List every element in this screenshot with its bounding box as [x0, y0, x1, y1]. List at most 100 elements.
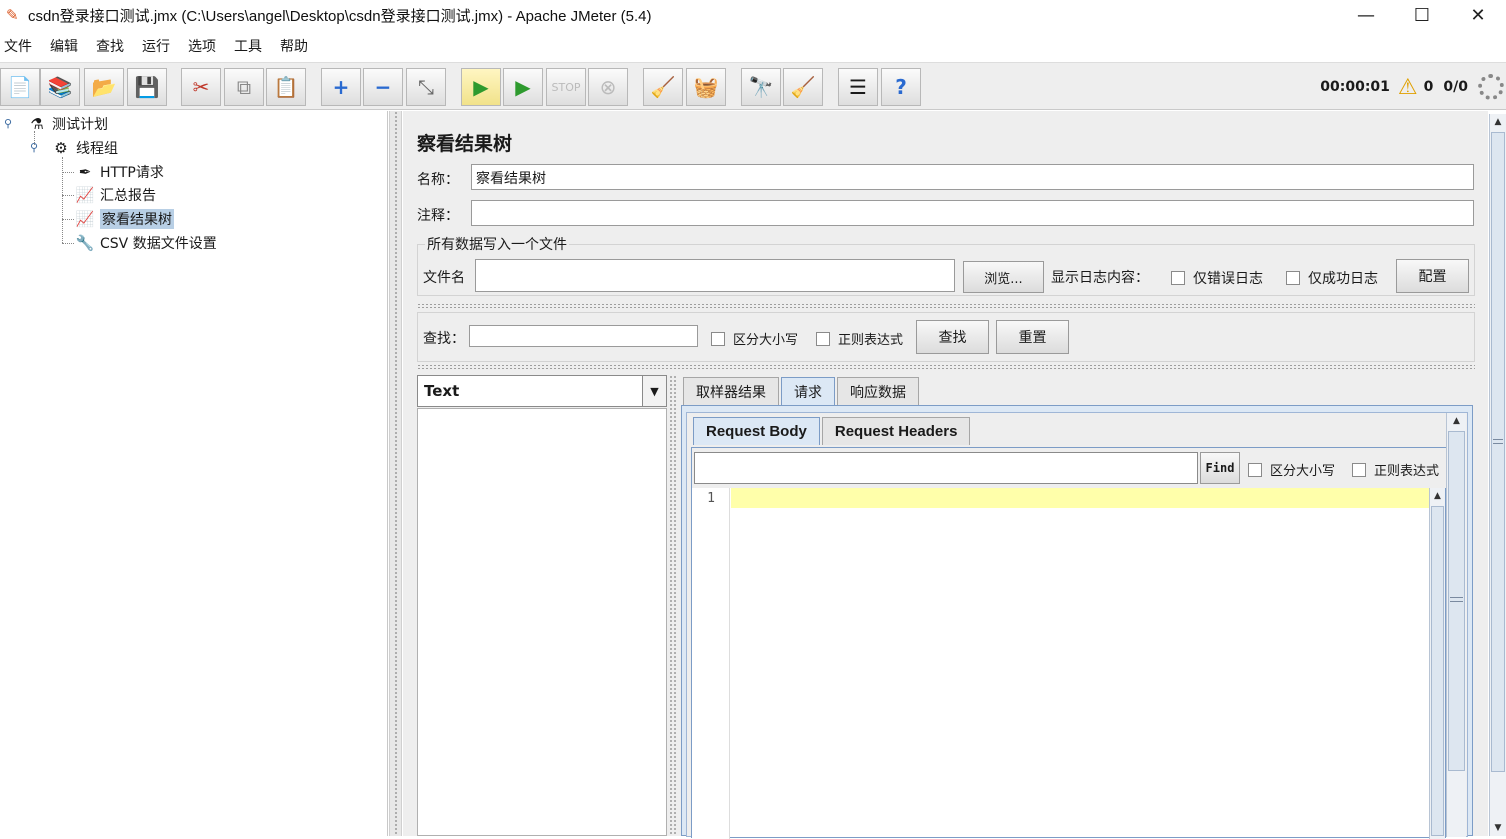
reset-search-icon[interactable]: 🧹 — [783, 68, 823, 106]
templates-icon[interactable]: 📚 — [40, 68, 80, 106]
clear-icon[interactable]: 🧹 — [643, 68, 683, 106]
tab-request-body[interactable]: Request Body — [693, 417, 820, 445]
flask-icon: ⚗ — [30, 115, 44, 133]
comment-field[interactable] — [471, 200, 1474, 226]
cut-icon[interactable]: ✂ — [181, 68, 221, 106]
activity-indicator-icon — [1478, 74, 1504, 100]
reset-button[interactable]: 重置 — [996, 320, 1069, 354]
editor-search-input[interactable] — [694, 452, 1198, 484]
regex-checkbox[interactable]: 正则表达式 — [816, 329, 903, 348]
panel-scrollbar[interactable]: ▲ ▼ — [1489, 114, 1506, 836]
filename-label: 文件名 — [423, 270, 465, 286]
name-field[interactable]: 察看结果树 — [471, 164, 1474, 190]
tab-sampler-result[interactable]: 取样器结果 — [683, 377, 779, 405]
scroll-up-icon[interactable]: ▲ — [1430, 488, 1445, 504]
inner-scrollbar[interactable]: ▲ — [1446, 413, 1466, 837]
request-body-editor: Find 区分大小写 正则表达式 1 ▲ — [691, 447, 1447, 839]
menu-file[interactable]: 文件 — [4, 36, 32, 56]
success-only-checkbox[interactable]: 仅成功日志 — [1286, 268, 1378, 288]
sample-results-list[interactable] — [417, 408, 667, 836]
gear-icon: ⚙ — [54, 139, 68, 157]
editor-case-sensitive-checkbox[interactable]: 区分大小写 — [1248, 460, 1335, 479]
scroll-up-icon[interactable]: ▲ — [1490, 114, 1506, 130]
renderer-select[interactable]: Text ▼ — [417, 375, 667, 407]
case-sensitive-checkbox[interactable]: 区分大小写 — [711, 329, 798, 348]
tab-response-data[interactable]: 响应数据 — [837, 377, 919, 405]
filename-field[interactable] — [475, 259, 955, 292]
menu-search[interactable]: 查找 — [96, 36, 124, 56]
test-plan-tree: ⚲ ⚗ 测试计划 ⚲ ⚙ 线程组 ✒ HTTP请求 📈 汇总报告 📈 察看结果树… — [0, 111, 388, 836]
errors-only-checkbox[interactable]: 仅错误日志 — [1171, 268, 1263, 288]
chart-icon: 📈 — [75, 186, 95, 204]
save-icon[interactable]: 💾 — [127, 68, 167, 106]
clear-all-icon[interactable]: 🧺 — [686, 68, 726, 106]
editor-regex-checkbox[interactable]: 正则表达式 — [1352, 460, 1439, 479]
chevron-down-icon[interactable]: ▼ — [642, 376, 666, 406]
window-title: csdn登录接口测试.jmx (C:\Users\angel\Desktop\c… — [28, 7, 652, 25]
editor-find-button[interactable]: Find — [1200, 452, 1240, 484]
tree-node-thread-group[interactable]: ⚙ 线程组 — [50, 137, 118, 159]
editor-find-bar: Find 区分大小写 正则表达式 — [692, 448, 1447, 488]
start-no-pauses-icon[interactable]: ▶ — [503, 68, 543, 106]
menu-options[interactable]: 选项 — [188, 36, 216, 56]
divider-handle[interactable] — [417, 364, 1475, 370]
jmeter-feather-icon: ✎ — [6, 6, 19, 24]
page-title: 察看结果树 — [417, 133, 513, 155]
tree-node-http-request[interactable]: ✒ HTTP请求 — [74, 161, 164, 183]
window-controls: — ☐ ✕ — [1338, 0, 1506, 30]
help-icon[interactable]: ? — [881, 68, 921, 106]
menu-tools[interactable]: 工具 — [234, 36, 262, 56]
current-line-highlight[interactable] — [731, 488, 1431, 508]
name-label: 名称： — [417, 172, 459, 188]
copy-icon[interactable]: ⧉ — [224, 68, 264, 106]
editor-scrollbar[interactable]: ▲ — [1429, 488, 1445, 839]
tree-node-csv-data-set[interactable]: 🔧 CSV 数据文件设置 — [74, 232, 217, 254]
menu-run[interactable]: 运行 — [142, 36, 170, 56]
configure-button[interactable]: 配置 — [1396, 259, 1469, 293]
run-status: 00:00:01 ⚠ 0 0/0 — [1320, 63, 1506, 111]
request-tab-content: Request Body Request Headers Find 区分大小写 … — [681, 405, 1473, 839]
tree-splitter[interactable] — [389, 111, 402, 836]
open-icon[interactable]: 📂 — [84, 68, 124, 106]
paste-icon[interactable]: 📋 — [266, 68, 306, 106]
collapse-thread-group-icon[interactable]: ⚲ — [30, 141, 38, 154]
warning-icon[interactable]: ⚠ — [1398, 75, 1418, 100]
close-button[interactable]: ✕ — [1450, 0, 1506, 30]
tree-node-view-results-tree[interactable]: 📈 察看结果树 — [74, 208, 174, 230]
minimize-button[interactable]: — — [1338, 0, 1394, 30]
collapse-root-icon[interactable]: ⚲ — [4, 117, 12, 130]
stop-icon[interactable]: STOP — [546, 68, 586, 106]
browse-button[interactable]: 浏览... — [963, 261, 1044, 293]
search-input[interactable] — [469, 325, 698, 347]
maximize-button[interactable]: ☐ — [1394, 0, 1450, 30]
new-icon[interactable]: 📄 — [0, 68, 40, 106]
view-results-tree-panel: 察看结果树 名称： 察看结果树 注释： 所有数据写入一个文件 文件名 浏览...… — [403, 111, 1488, 839]
divider-handle[interactable] — [417, 303, 1475, 309]
tree-node-summary-report[interactable]: 📈 汇总报告 — [74, 184, 156, 206]
warning-count: 0 — [1423, 79, 1434, 95]
toolbar: 📄 📚 📂 💾 ✂ ⧉ 📋 + − ⤡ ▶ ▶ STOP ⊗ 🧹 🧺 🔭 🧹 ☰… — [0, 62, 1506, 110]
shutdown-icon[interactable]: ⊗ — [588, 68, 628, 106]
collapse-icon[interactable]: − — [363, 68, 403, 106]
file-group-title: 所有数据写入一个文件 — [425, 234, 569, 254]
active-threads: 0/0 — [1443, 79, 1468, 95]
elapsed-timer: 00:00:01 — [1320, 79, 1390, 95]
search-binoculars-icon[interactable]: 🔭 — [741, 68, 781, 106]
menu-edit[interactable]: 编辑 — [50, 36, 78, 56]
comment-label: 注释： — [417, 208, 459, 224]
toggle-icon[interactable]: ⤡ — [406, 68, 446, 106]
scroll-down-icon[interactable]: ▼ — [1490, 820, 1506, 836]
results-splitter[interactable] — [669, 375, 677, 836]
tree-node-test-plan[interactable]: ⚗ 测试计划 — [26, 113, 108, 135]
tab-request-headers[interactable]: Request Headers — [821, 417, 971, 445]
expand-icon[interactable]: + — [321, 68, 361, 106]
line-number-gutter: 1 — [692, 488, 730, 839]
menu-help[interactable]: 帮助 — [280, 36, 308, 56]
search-button[interactable]: 查找 — [916, 320, 989, 354]
scroll-up-icon[interactable]: ▲ — [1447, 413, 1466, 429]
function-helper-icon[interactable]: ☰ — [838, 68, 878, 106]
log-content-label: 显示日志内容： — [1051, 270, 1149, 286]
wrench-icon: 🔧 — [75, 234, 95, 252]
tab-request[interactable]: 请求 — [781, 377, 835, 405]
start-icon[interactable]: ▶ — [461, 68, 501, 106]
